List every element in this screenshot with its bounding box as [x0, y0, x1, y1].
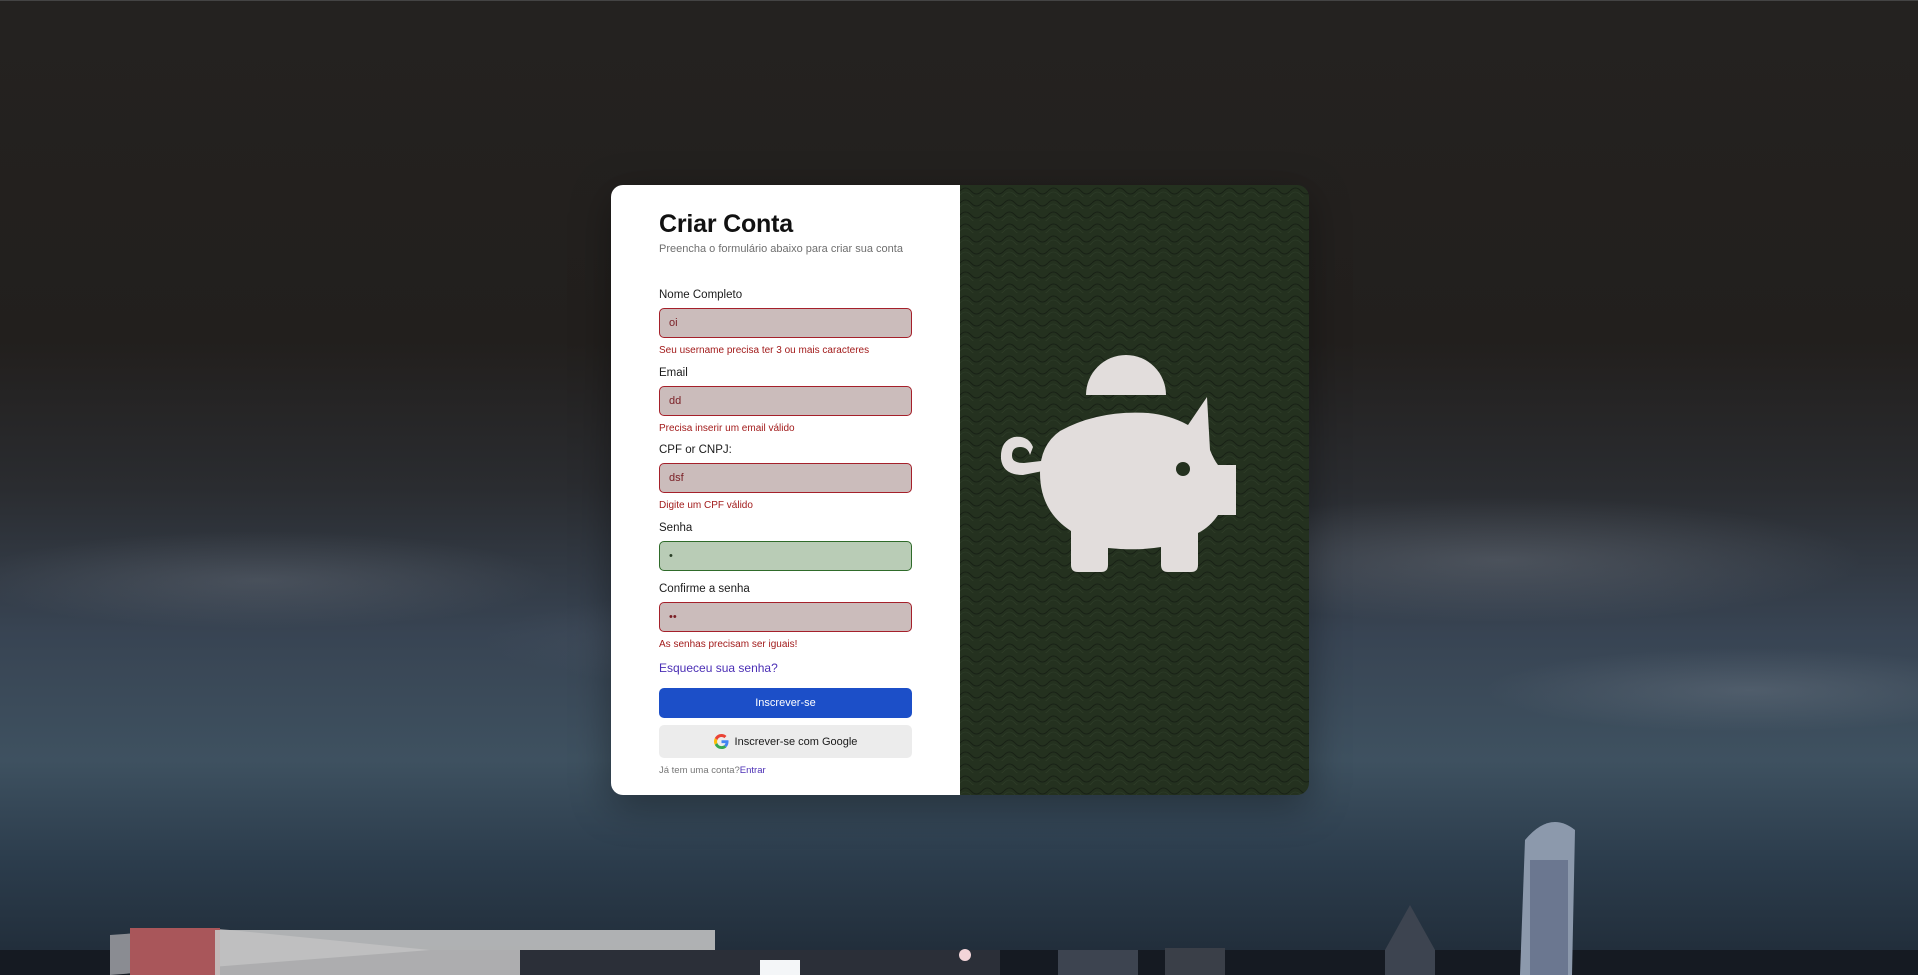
document-field-group: CPF or CNPJ: Digite um CPF válido — [659, 444, 912, 511]
google-icon — [713, 734, 729, 749]
google-signup-button[interactable]: Inscrever-se com Google — [659, 725, 912, 758]
signup-button[interactable]: Inscrever-se — [659, 688, 912, 718]
name-error: Seu username precisa ter 3 ou mais carac… — [659, 345, 870, 356]
login-link[interactable]: Entrar — [740, 765, 766, 776]
confirm-password-label: Confirme a senha — [659, 583, 750, 595]
email-field-group: Email Precisa inserir um email válido — [659, 367, 912, 434]
piggy-bank-icon — [1000, 355, 1236, 572]
forgot-password-link[interactable]: Esqueceu sua senha? — [659, 661, 778, 675]
document-error: Digite um CPF válido — [659, 500, 753, 511]
confirm-password-input[interactable] — [659, 602, 912, 632]
name-label: Nome Completo — [659, 289, 743, 301]
google-signup-label: Inscrever-se com Google — [734, 735, 858, 748]
email-input[interactable] — [659, 386, 912, 416]
login-prompt-text: Já tem uma conta? — [659, 765, 740, 776]
page-subtitle: Preencha o formulário abaixo para criar … — [659, 243, 903, 255]
password-input[interactable] — [659, 541, 912, 571]
page-title: Criar Conta — [659, 210, 793, 238]
confirm-password-field-group: Confirme a senha As senhas precisam ser … — [659, 583, 912, 650]
password-label: Senha — [659, 522, 693, 534]
name-field-group: Nome Completo Seu username precisa ter 3… — [659, 289, 912, 356]
confirm-password-error: As senhas precisam ser iguais! — [659, 639, 798, 650]
document-input[interactable] — [659, 463, 912, 493]
password-field-group: Senha — [659, 522, 912, 571]
illustration-panel — [960, 185, 1309, 795]
background-city-skyline — [0, 822, 1918, 975]
signup-form-panel: Criar Conta Preencha o formulário abaixo… — [611, 185, 960, 795]
email-error: Precisa inserir um email válido — [659, 423, 795, 434]
background-top-border — [0, 0, 1918, 1]
signup-card: Criar Conta Preencha o formulário abaixo… — [611, 185, 1309, 795]
email-label: Email — [659, 367, 688, 379]
name-input[interactable] — [659, 308, 912, 338]
document-label: CPF or CNPJ: — [659, 444, 732, 456]
login-prompt: Já tem uma conta?Entrar — [659, 765, 766, 776]
